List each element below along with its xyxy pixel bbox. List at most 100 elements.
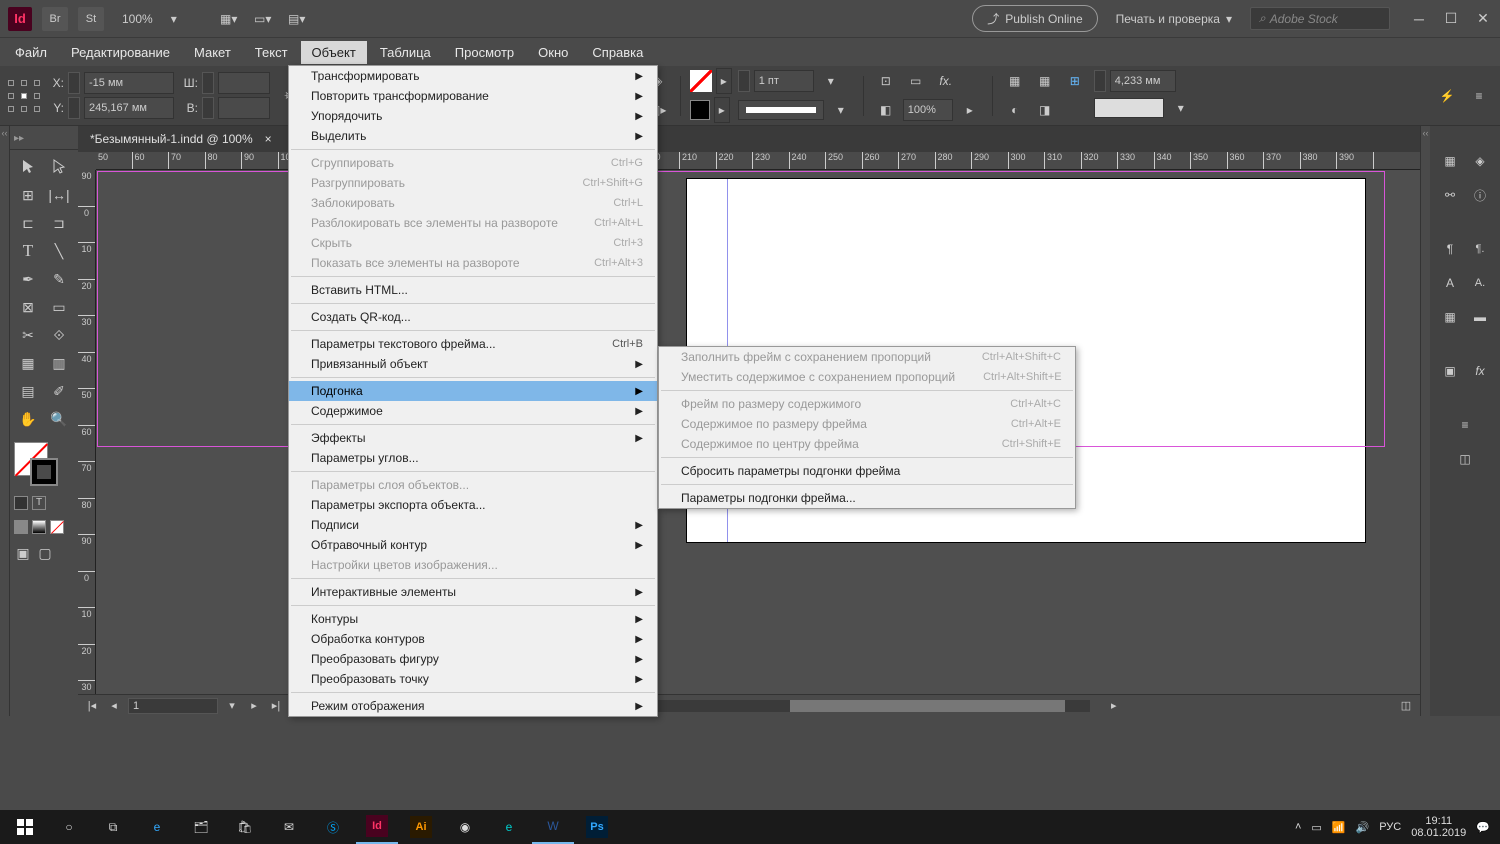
word-icon[interactable]: W	[532, 810, 574, 844]
zoom-tool[interactable]: 🔍	[45, 406, 73, 432]
pencil-tool[interactable]: ✎	[45, 266, 73, 292]
task-view-icon[interactable]: ⧉	[92, 810, 134, 844]
fill-swatch[interactable]	[690, 70, 712, 92]
notifications-icon[interactable]: 💬	[1476, 821, 1490, 834]
start-button[interactable]	[4, 810, 46, 844]
search-input[interactable]: ⌕ Adobe Stock	[1250, 7, 1390, 30]
width-field[interactable]	[218, 72, 270, 94]
first-page-button[interactable]: |◂	[84, 699, 100, 713]
menu-item[interactable]: Обработка контуров▶	[289, 629, 657, 649]
stroke-panel-icon[interactable]: ▬	[1469, 306, 1491, 328]
menu-item[interactable]: Подгонка▶	[289, 381, 657, 401]
next-page-button[interactable]: ▸	[246, 699, 262, 713]
object-styles-panel-icon[interactable]: ▣	[1439, 360, 1461, 382]
info-panel-icon[interactable]: ⓘ	[1469, 184, 1491, 206]
menu-макет[interactable]: Макет	[183, 41, 242, 64]
content-collector-tool[interactable]: ⊏	[14, 210, 42, 236]
document-tab[interactable]: *Безымянный-1.indd @ 100%×	[78, 126, 1420, 152]
page-dropdown-icon[interactable]: ▾	[224, 699, 240, 713]
swatches-panel-icon[interactable]: ▦	[1439, 306, 1461, 328]
menu-текст[interactable]: Текст	[244, 41, 299, 64]
rectangle-frame-tool[interactable]: ⊠	[14, 294, 42, 320]
menu-item[interactable]: Повторить трансформирование▶	[289, 86, 657, 106]
illustrator-taskbar-icon[interactable]: Ai	[400, 810, 442, 844]
menu-item[interactable]: Упорядочить▶	[289, 106, 657, 126]
menu-item[interactable]: Выделить▶	[289, 126, 657, 146]
panel-menu-icon[interactable]: ≡	[1466, 83, 1492, 109]
opacity-icon[interactable]: ◧	[873, 97, 899, 123]
stepper[interactable]	[202, 72, 214, 94]
y-position-field[interactable]	[84, 97, 174, 119]
stepper[interactable]	[1094, 70, 1106, 92]
chevron-down-icon[interactable]: ▾	[1168, 95, 1194, 121]
cortana-search-icon[interactable]: ○	[48, 810, 90, 844]
layers-panel-icon[interactable]: ◈	[1469, 150, 1491, 172]
language-indicator[interactable]: РУС	[1379, 821, 1401, 833]
battery-icon[interactable]: ▭	[1311, 821, 1321, 834]
x-position-field[interactable]	[84, 72, 174, 94]
gap-field[interactable]	[1110, 70, 1176, 92]
normal-view-icon[interactable]: ▣	[14, 544, 32, 562]
workspace-switcher[interactable]: Печать и проверка ▾	[1108, 8, 1240, 30]
fx-icon[interactable]: fx.	[933, 68, 959, 94]
view-options-icon[interactable]: ▦▾	[217, 7, 241, 31]
left-dock-strip[interactable]: ‹‹	[0, 126, 10, 716]
skype-icon[interactable]: Ⓢ	[312, 810, 354, 844]
menu-item[interactable]: Трансформировать▶	[289, 66, 657, 86]
vertical-ruler[interactable]: 9001020304050607080900102030	[78, 170, 96, 696]
menu-item[interactable]: Параметры экспорта объекта...	[289, 495, 657, 515]
menu-item[interactable]: Контуры▶	[289, 609, 657, 629]
gradient-swatch-tool[interactable]: ▦	[14, 350, 42, 376]
selection-tool[interactable]	[14, 154, 42, 180]
frame-fit-icon[interactable]: ▭	[903, 68, 929, 94]
menu-item[interactable]: Параметры углов...	[289, 448, 657, 468]
menu-item[interactable]: Интерактивные элементы▶	[289, 582, 657, 602]
volume-icon[interactable]: 🔊	[1356, 821, 1370, 834]
photoshop-taskbar-icon[interactable]: Ps	[576, 810, 618, 844]
explorer-icon[interactable]: 🗂	[180, 810, 222, 844]
chrome-icon[interactable]: ◉	[444, 810, 486, 844]
chevron-down-icon[interactable]: ▸	[714, 97, 730, 123]
apply-none-icon[interactable]	[50, 520, 64, 534]
page-tool[interactable]: ⊞	[14, 182, 42, 208]
fill-stroke-proxy[interactable]	[14, 442, 58, 486]
direct-selection-tool[interactable]	[45, 154, 73, 180]
text-wrap-bbox-icon[interactable]: ▦	[1032, 68, 1058, 94]
character-panel-icon[interactable]: ¶.	[1469, 238, 1491, 260]
stroke-swatch[interactable]	[690, 100, 710, 120]
publish-online-button[interactable]: ⤴ Publish Online	[972, 5, 1097, 32]
eyedropper-tool[interactable]: ✐	[45, 378, 73, 404]
reference-point-grid[interactable]	[8, 80, 40, 112]
chevron-down-icon[interactable]: ▾	[828, 97, 854, 123]
stock-button[interactable]: St	[78, 7, 104, 31]
menu-item[interactable]: Подписи▶	[289, 515, 657, 535]
menu-item[interactable]: Эффекты▶	[289, 428, 657, 448]
horizontal-scrollbar[interactable]	[590, 700, 1090, 712]
wifi-icon[interactable]: 📶	[1332, 821, 1346, 834]
paragraph-panel-icon[interactable]: ¶	[1439, 238, 1461, 260]
minimize-button[interactable]: ─	[1410, 10, 1428, 28]
rectangle-tool[interactable]: ▭	[45, 294, 73, 320]
scissors-tool[interactable]: ✂	[14, 322, 42, 348]
pages-panel-icon[interactable]: ▦	[1439, 150, 1461, 172]
pathfinder-panel-icon[interactable]: ◫	[1454, 448, 1476, 470]
split-view-icon[interactable]: ◫	[1398, 699, 1414, 713]
auto-fit-icon[interactable]: ⊡	[873, 68, 899, 94]
effects-panel-icon[interactable]: fx	[1469, 360, 1491, 382]
gradient-feather-tool[interactable]: ▥	[45, 350, 73, 376]
menu-окно[interactable]: Окно	[527, 41, 579, 64]
stepper[interactable]	[738, 70, 750, 92]
zoom-selector[interactable]: 100%	[114, 10, 161, 28]
text-wrap-none-icon[interactable]: ▦	[1002, 68, 1028, 94]
color-swatch[interactable]	[1094, 98, 1164, 118]
height-field[interactable]	[218, 97, 270, 119]
arrange-docs-icon[interactable]: ▤▾	[285, 7, 309, 31]
clock[interactable]: 19:11 08.01.2019	[1411, 815, 1466, 839]
menu-файл[interactable]: Файл	[4, 41, 58, 64]
gap-tool[interactable]: |↔|	[45, 182, 73, 208]
indesign-taskbar-icon[interactable]: Id	[356, 810, 398, 844]
align-panel-icon[interactable]: ≡	[1454, 414, 1476, 436]
pen-tool[interactable]: ✒	[14, 266, 42, 292]
scroll-right-button[interactable]: ▸	[1106, 699, 1122, 713]
menu-просмотр[interactable]: Просмотр	[444, 41, 525, 64]
